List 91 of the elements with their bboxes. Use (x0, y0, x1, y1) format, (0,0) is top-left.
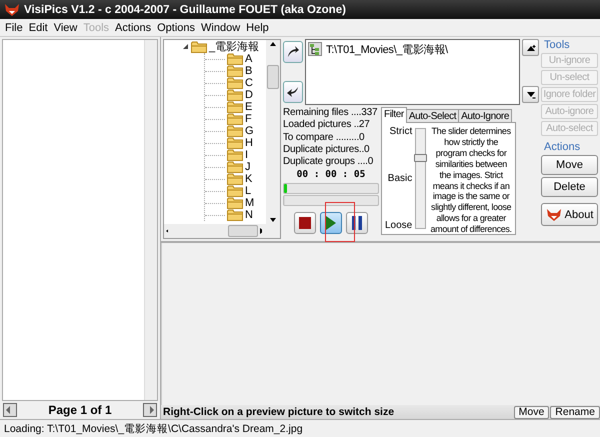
menu-item[interactable]: Edit (26, 22, 51, 34)
pause-icon (351, 216, 363, 230)
curved-arrow-icon (286, 45, 300, 59)
menu-item[interactable]: Options (154, 22, 198, 34)
tree-item[interactable]: E (245, 101, 252, 113)
folder-icon (227, 209, 243, 221)
highlight-frame (325, 202, 355, 242)
folder-icon (227, 125, 243, 137)
window-title: VisiPics V1.2 - c 2004-2007 - Guillaume FOUET (aka Ozone) (24, 4, 346, 16)
folder-icon (227, 53, 243, 65)
folder-icon (227, 185, 243, 197)
tree-item[interactable]: _電影海報 (209, 41, 260, 53)
folder-list[interactable]: T:\T01_Movies\_電影海報\ (305, 39, 520, 105)
vertical-scrollbar[interactable] (266, 40, 280, 224)
menu-item[interactable]: File (2, 22, 26, 34)
down-minus-icon (526, 90, 536, 98)
group-title: Tools (544, 39, 571, 51)
folder-icon (227, 113, 243, 125)
stat-line: Remaining files ....337 (283, 107, 378, 120)
page-indicator: Page 1 of 1 (48, 403, 112, 417)
tree-item[interactable]: G (245, 125, 254, 137)
horizontal-scrollbar[interactable] (164, 224, 280, 238)
slider-label: Strict (389, 126, 412, 137)
scroll-thumb[interactable] (267, 65, 279, 89)
folder-icon (227, 149, 243, 161)
tree-item[interactable]: H (245, 137, 253, 149)
play-button[interactable] (320, 212, 342, 234)
curved-arrow-icon (286, 85, 300, 99)
folder-icon (227, 137, 243, 149)
stat-line: Loaded pictures ..27 (283, 119, 371, 132)
preview-button[interactable]: Rename (550, 406, 600, 418)
menu-item[interactable]: View (50, 22, 80, 34)
strictness-slider[interactable] (415, 128, 426, 229)
group-title: Actions (544, 141, 582, 153)
slider-label: Loose (385, 220, 412, 231)
folder-icon (227, 65, 243, 77)
tree-item[interactable]: M (245, 197, 254, 209)
play-icon (325, 216, 337, 230)
folder-path: T:\T01_Movies\_電影海報\ (326, 43, 448, 57)
folder-icon (227, 101, 243, 113)
pause-button[interactable] (346, 212, 368, 234)
tree-item[interactable]: K (245, 173, 252, 185)
menu-item[interactable]: Actions (112, 22, 154, 34)
fox-logo-icon (546, 208, 562, 222)
tab[interactable]: Filter (381, 107, 407, 123)
remove-folder-button[interactable] (283, 81, 303, 103)
stop-icon (299, 217, 311, 230)
folder-icon (227, 89, 243, 101)
tree-item[interactable]: A (245, 53, 252, 65)
scroll-left-icon[interactable] (164, 227, 168, 235)
menu-item[interactable]: Help (243, 22, 272, 34)
tree-item[interactable]: C (245, 77, 253, 89)
folder-icon (227, 197, 243, 209)
folder-icon (191, 41, 207, 53)
preview-button[interactable]: Move (514, 406, 550, 418)
folder-tree-icon (308, 42, 322, 56)
fox-logo-icon (4, 2, 20, 16)
tab[interactable]: Auto-Ignore (458, 109, 512, 123)
tree-item[interactable]: D (245, 89, 253, 101)
menu-item[interactable]: Window (198, 22, 244, 34)
previous-page-icon[interactable] (3, 403, 17, 417)
status-text: Loading: T:\T01_Movies\_電影海報\C\Cassandra's Dream_2.jpg (4, 422, 303, 436)
move-up-button[interactable] (522, 39, 539, 56)
folder-icon (227, 77, 243, 89)
tree-item[interactable]: L (245, 185, 252, 197)
up-plus-icon (526, 44, 536, 52)
slider-thumb[interactable] (414, 154, 428, 162)
filter-description: The slider determines how strictly the program checks for similarities between the images. Strict means it checks if an image is the same or slightly different, loose allows for a greater amount of differences. (430, 126, 513, 231)
stat-line: To compare .........0 (283, 132, 366, 144)
tree-item[interactable]: N (245, 209, 253, 221)
folder-icon (227, 161, 243, 173)
action-button[interactable]: Move (541, 155, 598, 175)
stat-line: Duplicate pictures..0 (283, 144, 370, 156)
stop-button[interactable] (294, 212, 316, 234)
elapsed-timer: 00 : 00 : 05 (296, 169, 366, 180)
slider-label: Basic (388, 173, 412, 184)
vertical-scrollbar[interactable] (144, 40, 157, 400)
action-button[interactable]: About (541, 203, 598, 226)
scroll-up-icon[interactable] (269, 40, 277, 48)
tree-item[interactable]: F (245, 113, 252, 125)
stat-line: Duplicate groups ....0 (283, 156, 374, 168)
action-button[interactable]: Delete (541, 177, 598, 197)
folder-icon (227, 173, 243, 185)
tree-item[interactable]: I (245, 149, 248, 161)
next-page-icon[interactable] (142, 403, 157, 417)
hint-text: Right-Click on a preview picture to switch size (163, 406, 394, 418)
add-folder-button[interactable] (283, 41, 303, 63)
scroll-thumb[interactable] (228, 225, 258, 237)
tree-item[interactable]: J (245, 161, 250, 173)
tree-item[interactable]: B (245, 65, 252, 77)
move-down-button[interactable] (522, 86, 539, 103)
